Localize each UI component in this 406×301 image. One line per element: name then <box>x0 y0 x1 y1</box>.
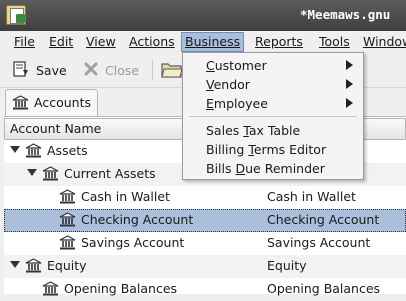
account-name: Cash in Wallet <box>81 189 170 204</box>
menu-item-sales-tax-table[interactable]: Sales Tax Table <box>206 123 300 138</box>
table-row[interactable]: Checking Account Checking Account <box>4 209 406 232</box>
menu-actions[interactable]: Actions <box>126 33 178 51</box>
bank-icon <box>59 235 76 253</box>
menu-reports[interactable]: Reports <box>252 33 306 51</box>
bank-icon <box>59 189 76 207</box>
menu-tools[interactable]: Tools <box>316 33 353 51</box>
gnucash-app-icon[interactable] <box>6 5 26 25</box>
submenu-arrow-icon <box>346 79 353 89</box>
menu-item-billing-terms-editor[interactable]: Billing Terms Editor <box>206 142 326 157</box>
bank-icon <box>25 143 42 161</box>
menu-item-customer[interactable]: Customer <box>206 58 267 73</box>
expander-icon[interactable] <box>27 169 37 176</box>
account-description: Equity <box>267 258 307 273</box>
bank-icon <box>12 95 29 113</box>
account-name: Opening Balances <box>64 281 178 296</box>
expander-icon[interactable] <box>10 146 20 153</box>
account-description: Opening Balances <box>267 281 381 296</box>
menu-file[interactable]: File <box>11 33 38 51</box>
bank-icon <box>42 166 59 184</box>
table-row[interactable]: Opening Balances Opening Balances <box>4 278 406 301</box>
toolbar-separator <box>152 60 153 80</box>
account-name: Savings Account <box>81 235 185 250</box>
menu-business[interactable]: Business <box>181 32 245 52</box>
bank-icon <box>42 281 59 299</box>
window-title: *Meemaws.gnu <box>300 7 391 22</box>
account-description: Cash in Wallet <box>267 189 356 204</box>
submenu-arrow-icon <box>346 60 353 70</box>
expander-icon[interactable] <box>10 261 20 268</box>
menu-item-employee[interactable]: Employee <box>206 96 268 111</box>
menu-item-vendor[interactable]: Vendor <box>206 77 250 92</box>
open-folder-icon <box>161 63 183 82</box>
save-icon <box>12 61 30 82</box>
table-row[interactable]: Cash in Wallet Cash in Wallet <box>4 186 406 209</box>
menu-separator <box>189 116 357 117</box>
close-button[interactable]: Close <box>83 61 139 79</box>
close-icon <box>83 61 99 82</box>
menu-view[interactable]: View <box>83 33 119 51</box>
table-row[interactable]: Savings Account Savings Account <box>4 232 406 255</box>
account-name: Checking Account <box>81 212 194 227</box>
menu-edit[interactable]: Edit <box>46 33 76 51</box>
account-name: Equity <box>47 258 87 273</box>
table-row[interactable]: Equity Equity <box>4 255 406 278</box>
title-bar: *Meemaws.gnu <box>0 0 406 31</box>
account-description: Checking Account <box>267 212 380 227</box>
menu-bar: File Edit View Actions Business Reports … <box>0 31 406 53</box>
account-description: Savings Account <box>267 235 371 250</box>
business-menu-dropdown: Customer Vendor Employee Sales Tax Table… <box>182 52 364 180</box>
menu-window[interactable]: Window <box>360 33 406 51</box>
open-button[interactable] <box>161 59 183 78</box>
bank-icon <box>59 212 76 230</box>
account-name: Current Assets <box>64 166 156 181</box>
save-button[interactable]: Save <box>12 61 67 79</box>
submenu-arrow-icon <box>346 98 353 108</box>
account-name: Assets <box>47 143 88 158</box>
tab-accounts-label: Accounts <box>34 95 91 110</box>
menu-item-bills-due-reminder[interactable]: Bills Due Reminder <box>206 161 325 176</box>
tab-accounts[interactable]: Accounts <box>5 89 98 116</box>
bank-icon <box>25 258 42 276</box>
